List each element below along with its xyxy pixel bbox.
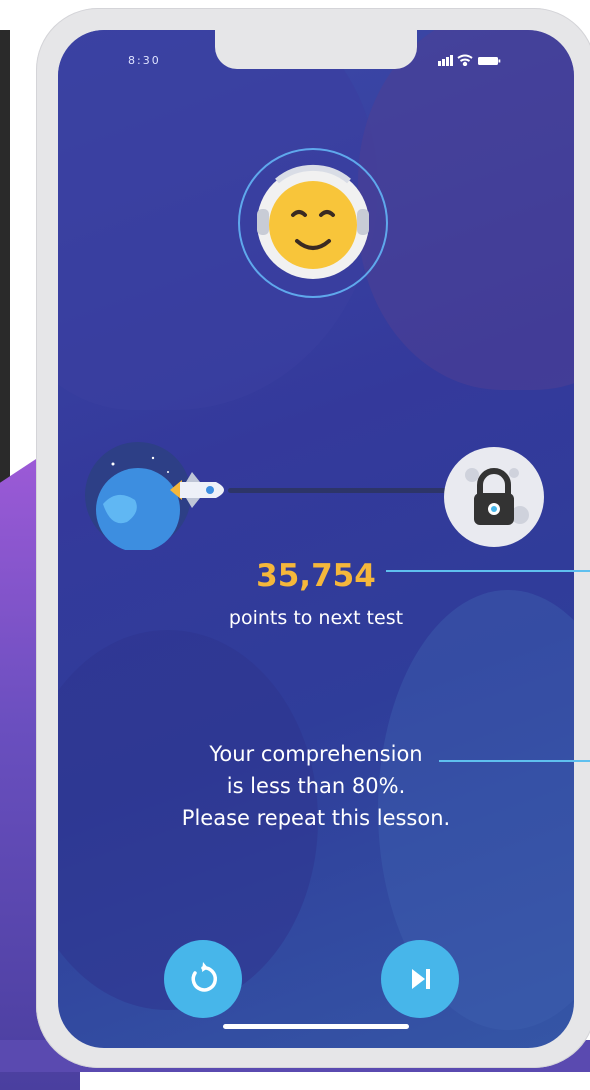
skip-next-icon [412, 969, 430, 989]
message-callout-line [439, 760, 590, 762]
message-line: is less than 80%. [226, 774, 406, 798]
astronaut-avatar-icon [257, 164, 369, 279]
repeat-lesson-button[interactable] [164, 940, 242, 1018]
lesson-result-screen: 8:30 35,754 points to next test Your com… [58, 30, 574, 1048]
message-line: Your comprehension [209, 742, 423, 766]
points-to-next-test-label: points to next test [228, 607, 404, 629]
repeat-arrow-icon [191, 962, 218, 992]
progress-track [228, 488, 468, 493]
locked-moon-icon [444, 447, 544, 547]
status-time: 8:30 [128, 54, 161, 67]
battery-icon [478, 57, 501, 65]
comprehension-message: Your comprehension is less than 80%. Ple… [58, 738, 574, 834]
wifi-icon [457, 54, 473, 66]
phone-notch [215, 30, 417, 69]
signal-icon [438, 55, 453, 66]
home-indicator [223, 1024, 409, 1029]
rocket-icon [170, 472, 224, 508]
status-icons [438, 54, 501, 66]
points-callout-line [386, 570, 590, 572]
next-lesson-button[interactable] [381, 940, 459, 1018]
points-to-next-test-value: 35,754 [256, 558, 376, 594]
message-line: Please repeat this lesson. [181, 806, 451, 830]
background-blob [358, 30, 574, 390]
